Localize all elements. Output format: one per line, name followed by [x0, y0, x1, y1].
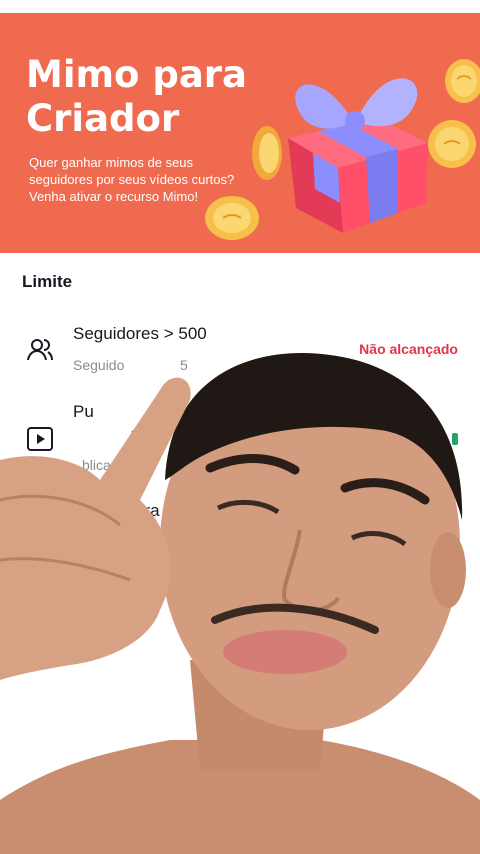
status-bar-area [0, 0, 480, 13]
creator-gift-banner: Mimo para Criador Quer ganhar mimos de s… [0, 13, 480, 253]
followers-count-tail: 5 [180, 357, 188, 373]
posts-status-indicator [452, 433, 458, 445]
followers-status: Não alcançado [359, 341, 458, 357]
posts-requirement-label-start: Pu [73, 402, 94, 421]
banner-title: Mimo para Criador [26, 53, 248, 140]
limits-section-title: Limite [22, 272, 73, 291]
third-requirement-label: l para [117, 501, 160, 520]
coin-icon [445, 59, 480, 103]
followers-requirement-label: Seguidores > 500 [73, 324, 207, 343]
coin-icon [205, 196, 259, 240]
video-icon [27, 427, 53, 451]
posts-requirement-number: 10 [130, 426, 149, 445]
followers-count-label: Seguido [73, 357, 125, 373]
gift-box-icon [288, 78, 428, 233]
posts-requirement-label-tail: ções nos [229, 402, 298, 421]
posts-count-label: blicações: 3 [82, 457, 156, 473]
followers-icon [27, 339, 53, 361]
